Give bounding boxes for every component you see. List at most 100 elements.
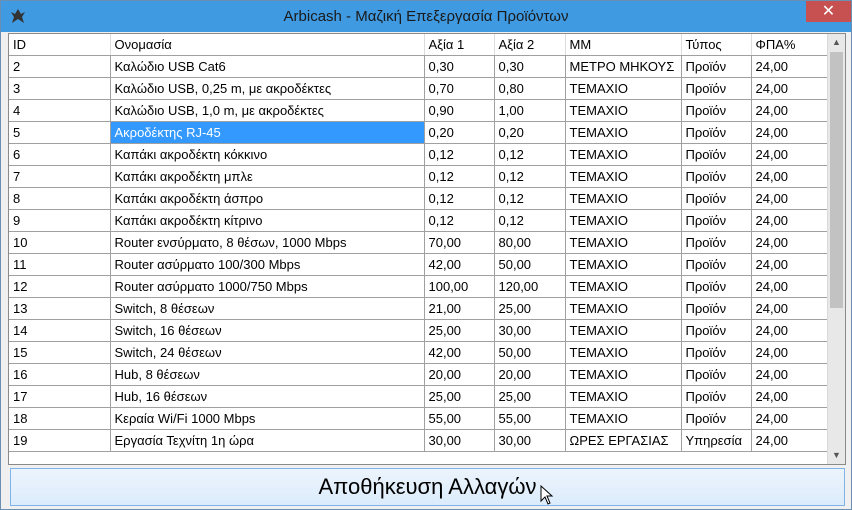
table-cell[interactable]: ΤΕΜΑΧΙΟ xyxy=(565,209,682,232)
table-cell[interactable]: 10 xyxy=(9,231,111,254)
table-cell[interactable]: 24,00 xyxy=(751,429,829,452)
table-cell[interactable]: 0,90 xyxy=(424,99,495,122)
table-cell[interactable]: Καπάκι ακροδέκτη κίτρινο xyxy=(110,209,425,232)
column-header[interactable]: Τύπος xyxy=(681,34,752,56)
table-row[interactable]: 3 Καλώδιο USB, 0,25 m, με ακροδέκτες 0,70 0… xyxy=(9,77,829,100)
table-cell[interactable]: 24,00 xyxy=(751,77,829,100)
table-row[interactable]: 15 Switch, 24 θέσεων 42,00 50,00 ΤΕΜΑΧΙΟ Προϊ… xyxy=(9,341,829,364)
table-cell[interactable]: 25,00 xyxy=(424,319,495,342)
table-cell[interactable]: ΜΕΤΡΟ ΜΗΚΟΥΣ xyxy=(565,55,682,78)
table-row[interactable]: 14 Switch, 16 θέσεων 25,00 30,00 ΤΕΜΑΧΙΟ Προϊ… xyxy=(9,319,829,342)
table-cell[interactable]: 24,00 xyxy=(751,187,829,210)
table-row[interactable]: 19 Εργασία Τεχνίτη 1η ώρα 30,00 30,00 ΩΡΕΣ Ε… xyxy=(9,429,829,452)
table-cell[interactable]: Προϊόν xyxy=(681,385,752,408)
table-cell[interactable]: 0,12 xyxy=(494,165,566,188)
table-cell[interactable]: 19 xyxy=(9,429,111,452)
table-cell[interactable]: Router ενσύρματο, 8 θέσων, 1000 Mbps xyxy=(110,231,425,254)
table-cell[interactable]: 14 xyxy=(9,319,111,342)
table-cell[interactable]: 42,00 xyxy=(424,253,495,276)
table-cell[interactable]: Προϊόν xyxy=(681,231,752,254)
table-row[interactable]: 17 Hub, 16 θέσεων 25,00 25,00 ΤΕΜΑΧΙΟ Προϊόν 2… xyxy=(9,385,829,408)
table-cell[interactable]: 5 xyxy=(9,121,111,144)
table-cell[interactable]: 25,00 xyxy=(494,297,566,320)
table-row[interactable]: 8 Καπάκι ακροδέκτη άσπρο 0,12 0,12 ΤΕΜΑΧΙΟ Πρ… xyxy=(9,187,829,210)
table-cell[interactable]: 13 xyxy=(9,297,111,320)
table-cell[interactable]: 0,80 xyxy=(494,77,566,100)
table-cell[interactable]: Καπάκι ακροδέκτη άσπρο xyxy=(110,187,425,210)
table-row[interactable]: 12 Router ασύρματο 1000/750 Mbps 100,00 120… xyxy=(9,275,829,298)
table-row[interactable]: 18 Κεραία Wi/Fi 1000 Mbps 55,00 55,00 ΤΕΜΑΧΙ… xyxy=(9,407,829,430)
table-cell[interactable]: 0,12 xyxy=(424,187,495,210)
column-header[interactable]: ID xyxy=(9,34,111,56)
table-cell[interactable]: ΩΡΕΣ ΕΡΓΑΣΙΑΣ xyxy=(565,429,682,452)
table-cell[interactable]: 24,00 xyxy=(751,385,829,408)
table-cell[interactable]: 30,00 xyxy=(424,429,495,452)
table-cell[interactable]: Κεραία Wi/Fi 1000 Mbps xyxy=(110,407,425,430)
table-cell[interactable]: 0,30 xyxy=(424,55,495,78)
table-cell[interactable]: 2 xyxy=(9,55,111,78)
table-cell[interactable]: 25,00 xyxy=(494,385,566,408)
table-cell[interactable]: 24,00 xyxy=(751,319,829,342)
table-cell[interactable]: 15 xyxy=(9,341,111,364)
table-cell[interactable]: 120,00 xyxy=(494,275,566,298)
table-cell[interactable]: Εργασία Τεχνίτη 1η ώρα xyxy=(110,429,425,452)
table-row[interactable]: 4 Καλώδιο USB, 1,0 m, με ακροδέκτες 0,90 1,… xyxy=(9,99,829,122)
table-cell[interactable]: 18 xyxy=(9,407,111,430)
table-cell[interactable]: Ακροδέκτης RJ-45 xyxy=(110,121,425,144)
table-cell[interactable]: Router ασύρματο 1000/750 Mbps xyxy=(110,275,425,298)
table-cell[interactable]: ΤΕΜΑΧΙΟ xyxy=(565,121,682,144)
table-row[interactable]: 7 Καπάκι ακροδέκτη μπλε 0,12 0,12 ΤΕΜΑΧΙΟ Προ… xyxy=(9,165,829,188)
table-cell[interactable]: 0,12 xyxy=(424,209,495,232)
table-cell[interactable]: Καπάκι ακροδέκτη κόκκινο xyxy=(110,143,425,166)
table-cell[interactable]: 24,00 xyxy=(751,363,829,386)
table-row[interactable]: 9 Καπάκι ακροδέκτη κίτρινο 0,12 0,12 ΤΕΜΑΧΙΟ… xyxy=(9,209,829,232)
column-header[interactable]: Αξία 2 xyxy=(494,34,566,56)
table-cell[interactable]: 24,00 xyxy=(751,407,829,430)
table-cell[interactable]: Προϊόν xyxy=(681,187,752,210)
table-cell[interactable]: 0,12 xyxy=(494,143,566,166)
save-changes-button[interactable]: Αποθήκευση Αλλαγών xyxy=(10,468,845,506)
table-cell[interactable]: 24,00 xyxy=(751,209,829,232)
table-cell[interactable]: Router ασύρματο 100/300 Mbps xyxy=(110,253,425,276)
table-cell[interactable]: Προϊόν xyxy=(681,319,752,342)
table-cell[interactable]: Προϊόν xyxy=(681,77,752,100)
table-cell[interactable]: ΤΕΜΑΧΙΟ xyxy=(565,99,682,122)
table-cell[interactable]: 0,70 xyxy=(424,77,495,100)
table-cell[interactable]: 0,30 xyxy=(494,55,566,78)
table-cell[interactable]: Προϊόν xyxy=(681,341,752,364)
table-cell[interactable]: ΤΕΜΑΧΙΟ xyxy=(565,385,682,408)
table-cell[interactable]: Υπηρεσία xyxy=(681,429,752,452)
table-cell[interactable]: Switch, 8 θέσεων xyxy=(110,297,425,320)
table-cell[interactable]: ΤΕΜΑΧΙΟ xyxy=(565,187,682,210)
table-cell[interactable]: Switch, 24 θέσεων xyxy=(110,341,425,364)
table-cell[interactable]: Προϊόν xyxy=(681,55,752,78)
table-cell[interactable]: 24,00 xyxy=(751,55,829,78)
table-cell[interactable]: 7 xyxy=(9,165,111,188)
table-cell[interactable]: 55,00 xyxy=(494,407,566,430)
table-cell[interactable]: 70,00 xyxy=(424,231,495,254)
table-cell[interactable]: Hub, 16 θέσεων xyxy=(110,385,425,408)
title-bar[interactable]: Arbicash - Μαζική Επεξεργασία Προϊόντων … xyxy=(1,1,851,32)
table-cell[interactable]: 24,00 xyxy=(751,99,829,122)
table-row[interactable]: 10 Router ενσύρματο, 8 θέσων, 1000 Mbps 70… xyxy=(9,231,829,254)
table-cell[interactable]: Προϊόν xyxy=(681,121,752,144)
table-cell[interactable]: Προϊόν xyxy=(681,143,752,166)
table-cell[interactable]: 3 xyxy=(9,77,111,100)
table-cell[interactable]: 30,00 xyxy=(494,429,566,452)
table-cell[interactable]: Καλώδιο USB, 0,25 m, με ακροδέκτες xyxy=(110,77,425,100)
table-cell[interactable]: 0,12 xyxy=(424,165,495,188)
table-cell[interactable]: 0,20 xyxy=(424,121,495,144)
table-cell[interactable]: 50,00 xyxy=(494,253,566,276)
table-cell[interactable]: 24,00 xyxy=(751,297,829,320)
vertical-scrollbar[interactable]: ▲ ▼ xyxy=(827,34,845,464)
table-cell[interactable]: ΤΕΜΑΧΙΟ xyxy=(565,143,682,166)
column-header[interactable]: Ονομασία xyxy=(110,34,425,56)
table-cell[interactable]: ΤΕΜΑΧΙΟ xyxy=(565,275,682,298)
table-cell[interactable]: 6 xyxy=(9,143,111,166)
table-row[interactable]: 16 Hub, 8 θέσεων 20,00 20,00 ΤΕΜΑΧΙΟ Προϊόν 24… xyxy=(9,363,829,386)
scroll-down-icon[interactable]: ▼ xyxy=(828,447,845,464)
table-cell[interactable]: 9 xyxy=(9,209,111,232)
table-cell[interactable]: 8 xyxy=(9,187,111,210)
table-cell[interactable]: Προϊόν xyxy=(681,165,752,188)
table-cell[interactable]: 30,00 xyxy=(494,319,566,342)
